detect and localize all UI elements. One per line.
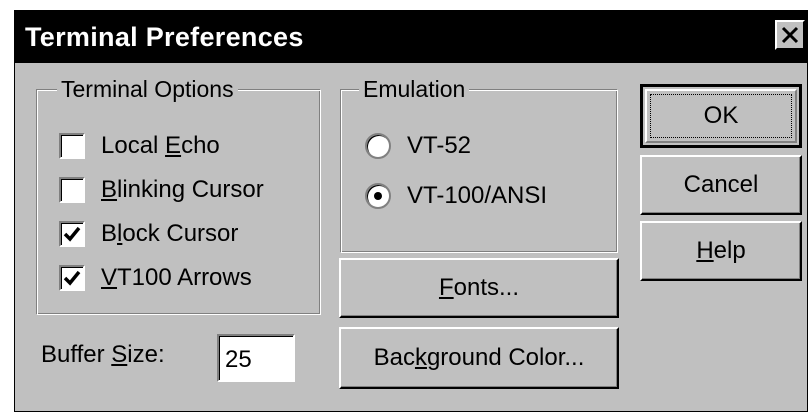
help-button[interactable]: Help bbox=[640, 221, 802, 281]
background-color-button-label: Background Color... bbox=[373, 344, 585, 371]
checkmark-icon bbox=[63, 270, 81, 286]
buffer-size-input[interactable] bbox=[217, 334, 295, 382]
block-cursor-label: Block Cursor bbox=[101, 220, 239, 247]
ok-button-label: OK bbox=[703, 102, 739, 129]
background-color-button[interactable]: Background Color... bbox=[339, 327, 619, 389]
radio-vt52[interactable]: VT-52 bbox=[365, 132, 471, 160]
local-echo-label: Local Echo bbox=[101, 132, 220, 159]
checkmark-icon bbox=[63, 226, 81, 242]
checkbox-vt100-arrows[interactable]: VT100 Arrows bbox=[59, 264, 252, 292]
emulation-group: Emulation VT-52 VT-100/ANSI bbox=[340, 75, 618, 253]
vt52-radio[interactable] bbox=[365, 133, 391, 159]
local-echo-checkbox[interactable] bbox=[59, 133, 85, 159]
emulation-legend: Emulation bbox=[359, 75, 470, 103]
blinking-cursor-label: Blinking Cursor bbox=[101, 176, 264, 203]
vt100-arrows-label: VT100 Arrows bbox=[101, 264, 252, 291]
checkbox-blinking-cursor[interactable]: Blinking Cursor bbox=[59, 176, 264, 204]
ok-button[interactable]: OK bbox=[640, 84, 802, 148]
checkbox-block-cursor[interactable]: Block Cursor bbox=[59, 220, 238, 248]
terminal-options-legend: Terminal Options bbox=[57, 75, 238, 103]
buffer-size-label: Buffer Size: bbox=[41, 341, 165, 368]
vt100-ansi-radio[interactable] bbox=[365, 183, 391, 209]
vt100-arrows-checkbox[interactable] bbox=[59, 265, 85, 291]
title-bar: Terminal Preferences bbox=[15, 11, 807, 63]
fonts-button[interactable]: Fonts... bbox=[339, 258, 619, 318]
radio-vt100-ansi[interactable]: VT-100/ANSI bbox=[365, 182, 547, 210]
terminal-preferences-dialog: Terminal Preferences Terminal Options Lo… bbox=[14, 10, 808, 412]
blinking-cursor-checkbox[interactable] bbox=[59, 177, 85, 203]
block-cursor-checkbox[interactable] bbox=[59, 221, 85, 247]
close-button[interactable] bbox=[775, 20, 805, 50]
fonts-button-label: Fonts... bbox=[438, 274, 520, 301]
radio-selected-dot bbox=[374, 192, 382, 200]
help-button-label: Help bbox=[696, 237, 746, 264]
cancel-button-label: Cancel bbox=[683, 171, 759, 198]
vt52-label: VT-52 bbox=[407, 132, 472, 159]
cancel-button[interactable]: Cancel bbox=[640, 155, 802, 215]
terminal-options-group: Terminal Options Local Echo Blinking Cur… bbox=[36, 75, 321, 315]
dialog-title: Terminal Preferences bbox=[25, 22, 304, 52]
checkbox-local-echo[interactable]: Local Echo bbox=[59, 132, 220, 160]
close-x-icon bbox=[781, 26, 799, 44]
vt100-ansi-label: VT-100/ANSI bbox=[407, 182, 548, 209]
